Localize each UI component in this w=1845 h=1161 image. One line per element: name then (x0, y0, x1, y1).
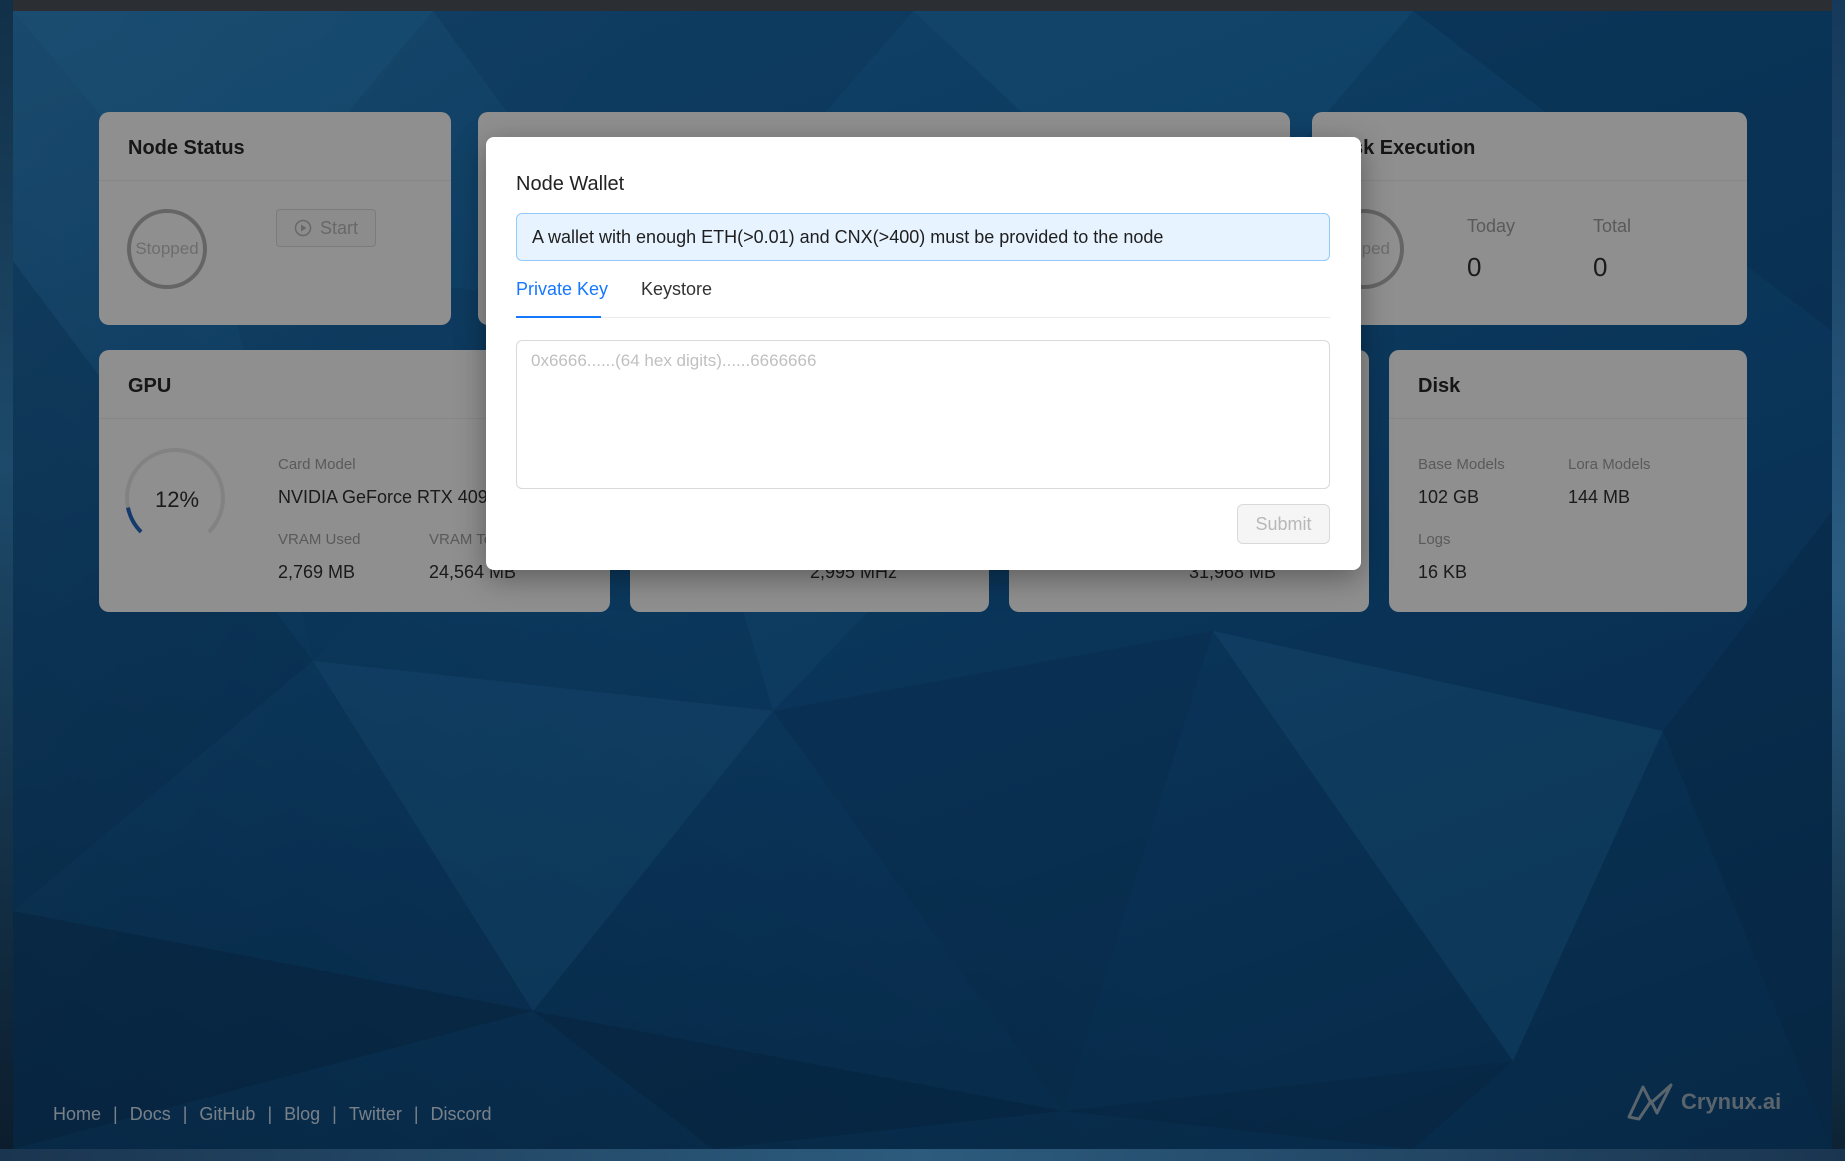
desktop-background-bottom (0, 1149, 1845, 1161)
submit-button[interactable]: Submit (1237, 504, 1330, 544)
wallet-tabs: Private Key Keystore (516, 271, 1330, 318)
app-window: Node Status Stopped Start sk Execution t… (13, 11, 1832, 1149)
node-wallet-modal: Node Wallet A wallet with enough ETH(>0.… (486, 137, 1361, 570)
wallet-requirement-alert: A wallet with enough ETH(>0.01) and CNX(… (516, 213, 1330, 261)
private-key-input[interactable] (516, 340, 1330, 489)
window-title-bar (0, 0, 1845, 11)
active-tab-indicator (516, 316, 601, 318)
desktop-background-right (1832, 0, 1845, 1161)
desktop-background-left (0, 0, 13, 1161)
modal-title: Node Wallet (516, 173, 625, 195)
tab-keystore[interactable]: Keystore (641, 279, 712, 300)
tab-private-key[interactable]: Private Key (516, 279, 608, 300)
